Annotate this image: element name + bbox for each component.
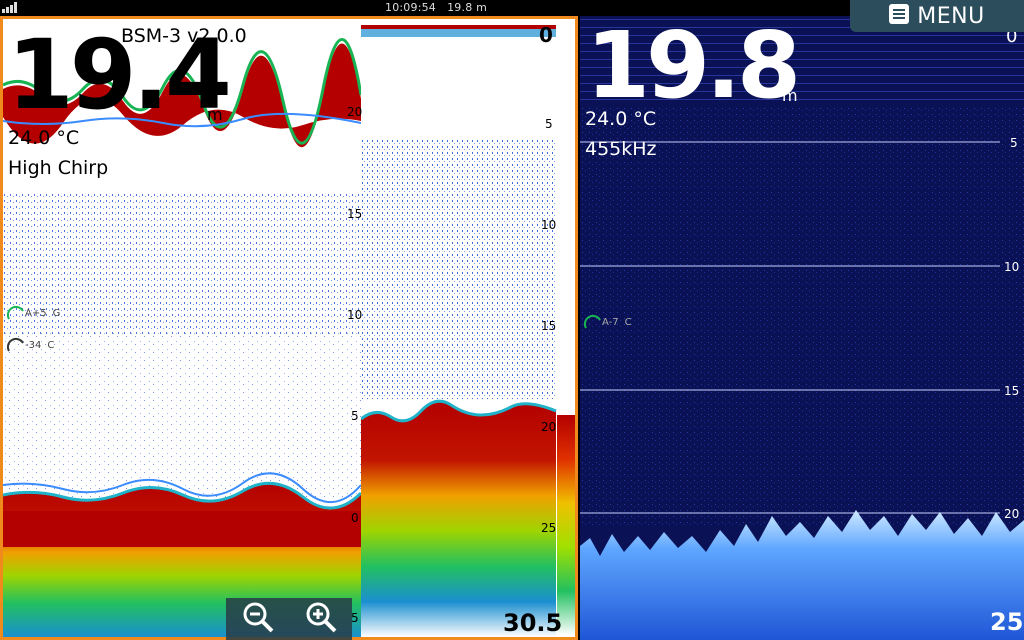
zoom-scale-10: 10 xyxy=(541,218,557,232)
menu-icon xyxy=(889,4,910,28)
left-gain-value: A+5 xyxy=(25,307,47,319)
left-color-value: -34 xyxy=(25,339,42,351)
right-scale-20: 20 xyxy=(1004,507,1020,521)
history-scale-20: 20 xyxy=(347,105,363,119)
right-gain-value: A-7 xyxy=(602,316,619,328)
right-gain-letter: C xyxy=(624,316,632,328)
right-bottom-range: 25 xyxy=(990,608,1024,636)
left-gain-letter: G xyxy=(52,307,61,319)
right-gain-gauge[interactable]: A-7 C xyxy=(584,314,632,330)
signal-icon xyxy=(2,2,20,16)
zoom-in-icon xyxy=(304,600,338,638)
zoom-scale-0: 0 xyxy=(539,23,553,47)
history-scale-15: 15 xyxy=(347,207,363,221)
zoom-scale-5: 5 xyxy=(545,117,553,131)
right-scale-15: 15 xyxy=(1004,384,1020,398)
chirp-sonar-pane[interactable]: 19.4 m BSM-3 v2.0.0 24.0 °C High Chirp A… xyxy=(0,16,578,640)
left-color-gauge[interactable]: -34 C xyxy=(7,337,54,353)
zoom-scale-20: 20 xyxy=(541,420,557,434)
left-temperature: 24.0 °C xyxy=(8,127,80,149)
downscan-sonar-pane[interactable]: 19.8 m 24.0 °C 455kHz A-7 C 0 5 10 15 20… xyxy=(580,16,1024,640)
left-gain-gauge[interactable]: A+5 G xyxy=(7,305,60,321)
right-frequency: 455kHz xyxy=(585,138,657,160)
right-scale-5: 5 xyxy=(1010,136,1018,150)
left-mode: High Chirp xyxy=(8,157,109,179)
status-time-depth: 10:09:54 19.8 m xyxy=(385,1,488,14)
right-scale-10: 10 xyxy=(1004,260,1020,274)
zoom-out-button[interactable] xyxy=(238,601,278,637)
history-scale-0: 0 xyxy=(351,511,359,525)
left-color-letter: C xyxy=(47,339,55,351)
menu-label: MENU xyxy=(917,3,985,29)
zoom-scale-25: 25 xyxy=(541,521,557,535)
history-scale-5b: 5 xyxy=(351,611,359,625)
zoom-in-button[interactable] xyxy=(301,601,341,637)
zoom-out-icon xyxy=(241,600,275,638)
history-scale-5: 5 xyxy=(351,409,359,423)
zoom-scale-15: 15 xyxy=(541,319,557,333)
left-title: BSM-3 v2.0.0 xyxy=(121,25,247,47)
history-scale-10: 10 xyxy=(347,308,363,322)
right-temperature: 24.0 °C xyxy=(585,108,657,130)
left-bottom-range: 30.5 xyxy=(503,609,563,637)
zoom-controls xyxy=(226,598,352,640)
menu-button[interactable]: MENU xyxy=(850,0,1024,32)
right-depth-readout: 19.8 xyxy=(586,16,801,119)
left-depth-unit: m xyxy=(207,105,223,124)
right-depth-unit: m xyxy=(782,86,798,105)
